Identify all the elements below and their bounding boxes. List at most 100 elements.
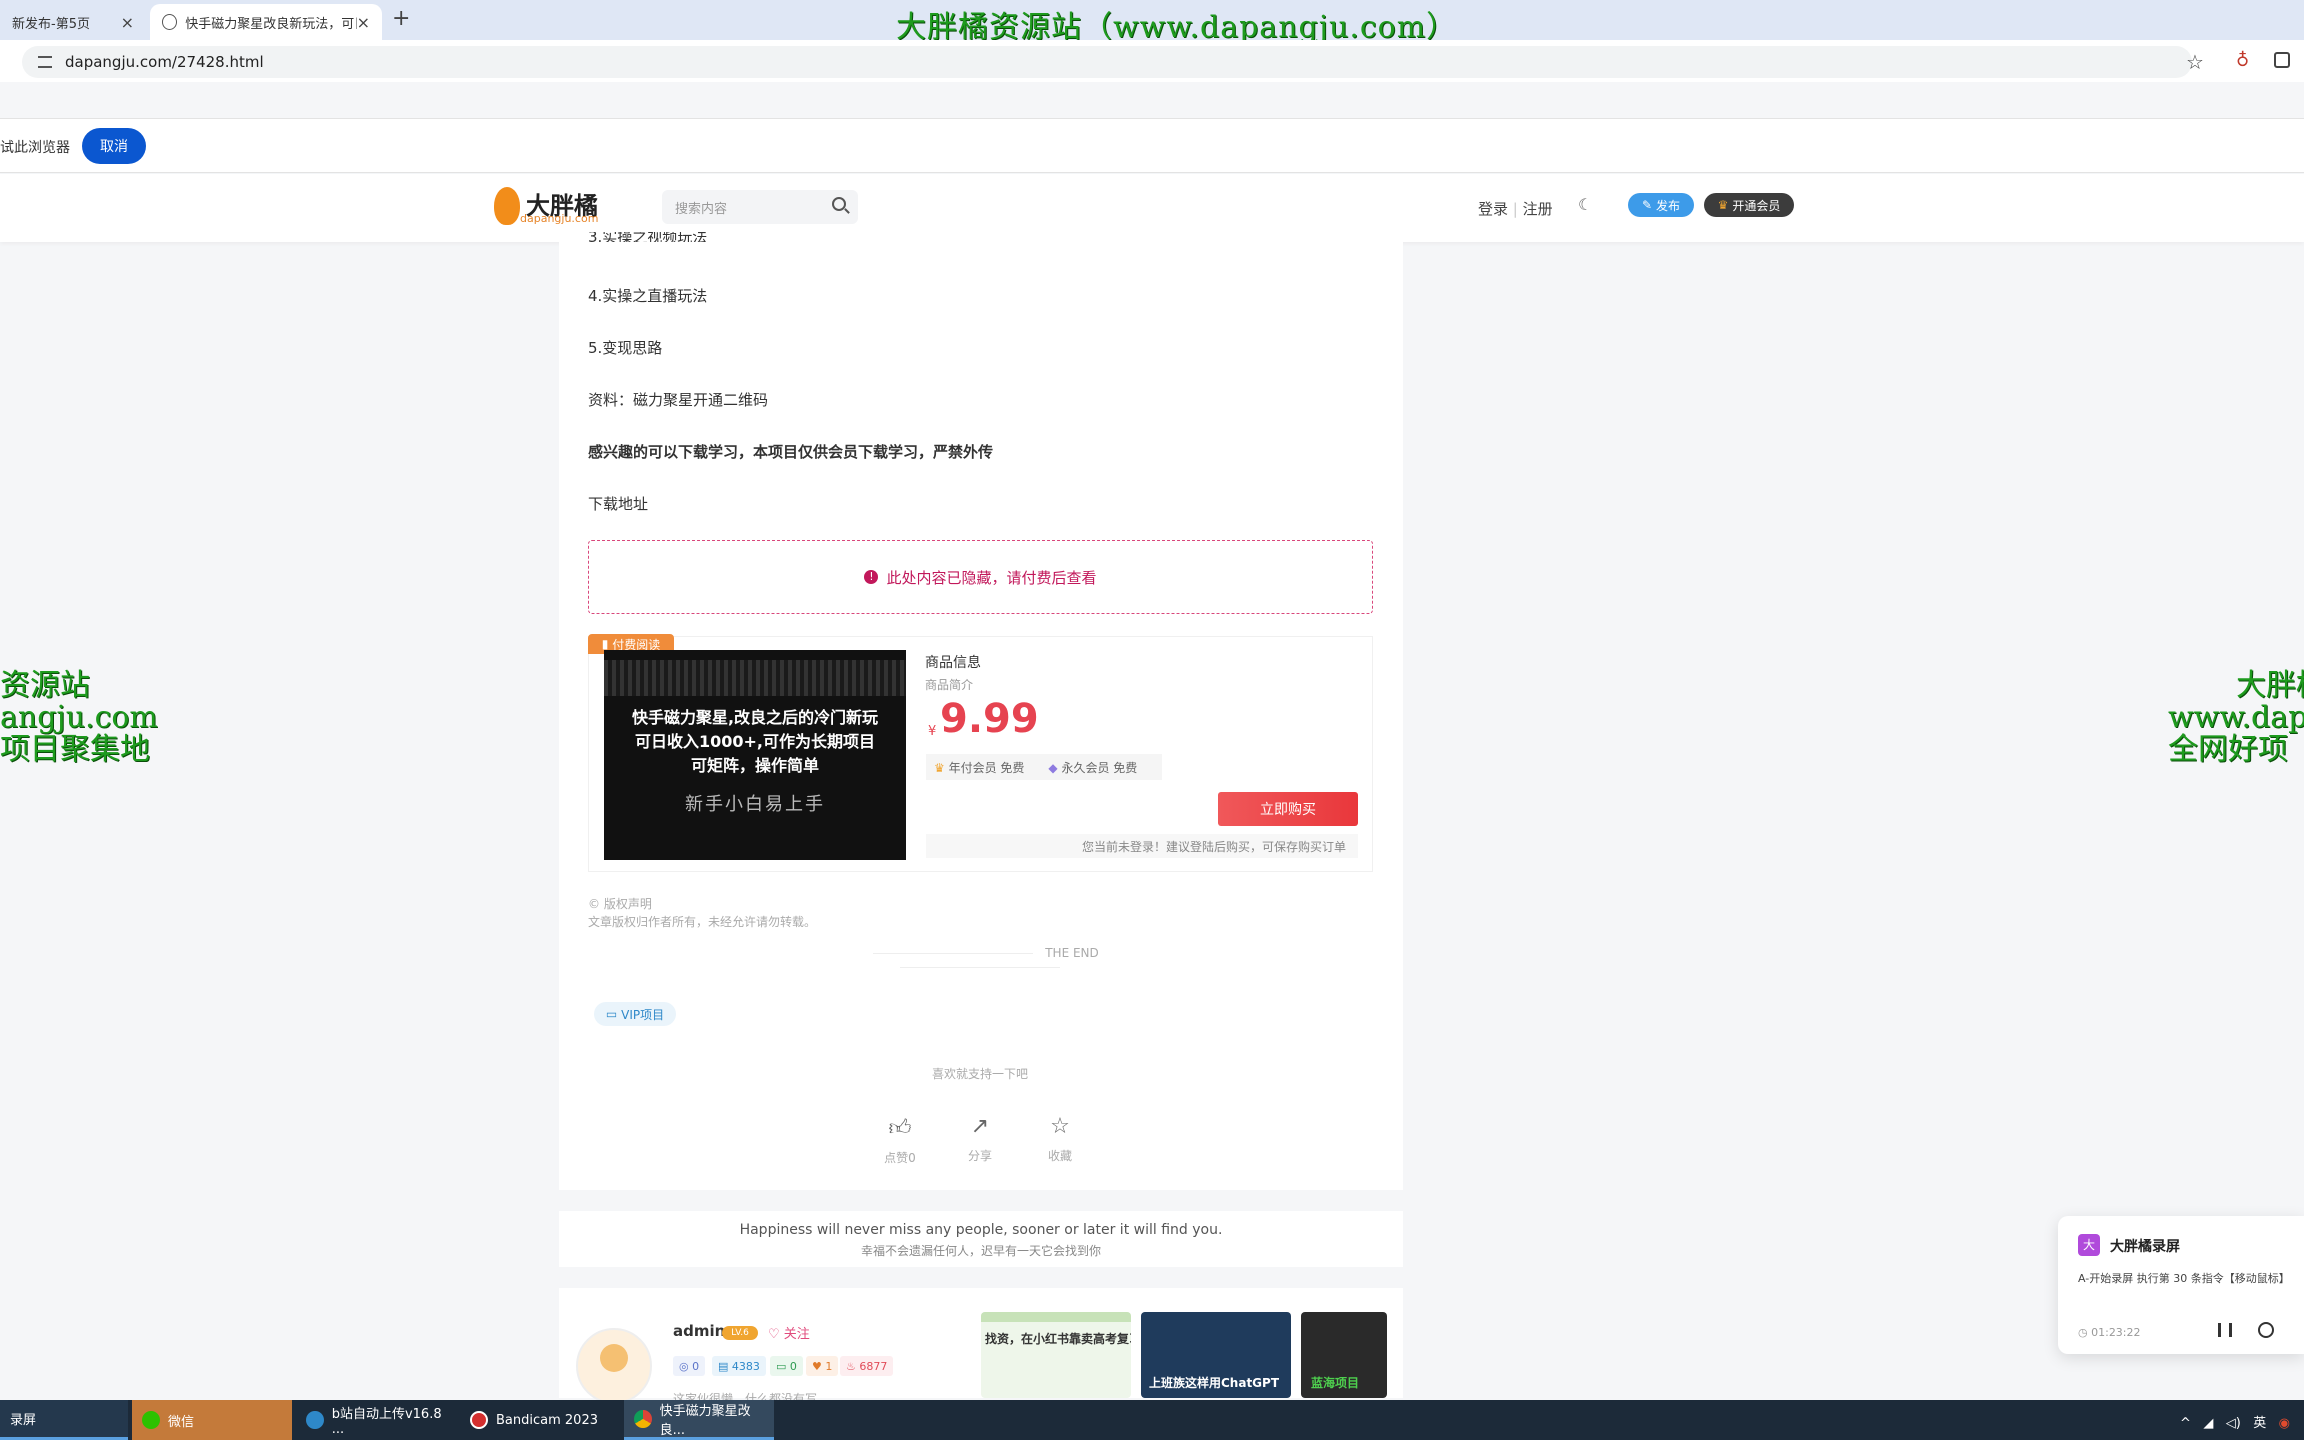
message-icon: ▭ bbox=[776, 1359, 787, 1373]
taskbar-item-bandicam[interactable]: Bandicam 2023 bbox=[460, 1400, 620, 1440]
ime-language[interactable]: 英 bbox=[2253, 1416, 2266, 1431]
related-post-thumb[interactable]: 找资，在小红书靠卖高考复习 bbox=[981, 1312, 1131, 1398]
diamond-icon: ◆ bbox=[1048, 760, 1058, 775]
like-label: 点赞0 bbox=[884, 1151, 916, 1165]
post-icon: ▤ bbox=[718, 1359, 729, 1373]
url-text[interactable]: dapangju.com/27428.html bbox=[65, 53, 264, 71]
chrome-icon bbox=[634, 1409, 652, 1428]
heart-icon: ♥ bbox=[812, 1359, 822, 1373]
taskbar-item-recorder[interactable]: 录屏 bbox=[0, 1400, 128, 1440]
author-name[interactable]: admin bbox=[673, 1322, 725, 1340]
heart-icon: ♡ bbox=[768, 1327, 780, 1342]
quote-english: Happiness will never miss any people, so… bbox=[739, 1222, 1223, 1238]
share-label: 分享 bbox=[967, 1149, 992, 1163]
article-line-cut: 3.实操之视频玩法 bbox=[588, 232, 708, 242]
open-vip-button[interactable]: ♛ 开通会员 bbox=[1704, 193, 1794, 217]
cancel-button[interactable]: 取消 bbox=[82, 128, 146, 164]
taskbar-item-wechat[interactable]: 微信 bbox=[132, 1400, 292, 1440]
article-line: 5.变现思路 bbox=[588, 339, 663, 357]
goods-title: 商品信息 bbox=[925, 655, 981, 671]
watermark-right: 大胖橘 www.dapan 全网好项 bbox=[2168, 668, 2304, 767]
stat-badge: ♨ 6877 bbox=[840, 1356, 894, 1376]
like-button[interactable]: 👍︎ 点赞0 bbox=[870, 1114, 930, 1166]
cover-line: 快手磁力聚星,改良之后的冷门新玩 bbox=[631, 708, 879, 727]
quote-chinese: 幸福不会遗漏任何人，迟早有一天它会找到你 bbox=[860, 1244, 1101, 1258]
collect-label: 收藏 bbox=[1047, 1149, 1072, 1163]
hidden-content-text: 此处内容已隐藏，请付费后查看 bbox=[886, 568, 1097, 587]
thumb-caption: 蓝海项目 bbox=[1311, 1376, 1360, 1390]
extension-icon[interactable]: ♁ bbox=[2236, 50, 2249, 71]
taskbar-item-chrome[interactable]: 快手磁力聚星改良... bbox=[624, 1400, 774, 1440]
fire-icon: ♨ bbox=[846, 1359, 856, 1373]
uploader-icon bbox=[306, 1411, 324, 1429]
login-tip: 您当前未登录！建议登陆后购买，可保存购买订单 bbox=[926, 834, 1358, 858]
download-label: 下载地址 bbox=[588, 495, 649, 513]
watermark-left: 资源站 angju.com 项目聚集地 bbox=[0, 668, 158, 767]
bookmark-star-icon[interactable]: ☆ bbox=[2186, 50, 2204, 74]
close-icon[interactable]: × bbox=[121, 13, 134, 32]
thumbs-up-icon: 👍︎ bbox=[888, 1116, 912, 1141]
cover-line: 可矩阵，操作简单 bbox=[690, 756, 819, 775]
crown-icon: ♛ bbox=[1717, 198, 1729, 212]
share-button[interactable]: ↗ 分享 bbox=[950, 1114, 1010, 1164]
stat-badge: ▤ 4383 bbox=[712, 1356, 766, 1376]
collect-button[interactable]: ☆ 收藏 bbox=[1030, 1114, 1090, 1164]
follow-label: 关注 bbox=[783, 1327, 810, 1342]
cover-keyboard-band bbox=[604, 660, 906, 696]
network-icon[interactable]: ◢ bbox=[2203, 1416, 2213, 1431]
tab-label: 快手磁力聚星改良新玩法，可日 bbox=[185, 16, 357, 32]
the-end-text: THE END bbox=[1045, 946, 1099, 960]
orange-logo-icon[interactable] bbox=[494, 187, 520, 225]
copyright-title: © 版权声明 bbox=[588, 897, 652, 911]
dark-mode-moon-icon[interactable]: ☾ bbox=[1578, 195, 1592, 214]
thumb-caption: 上班族这样用ChatGPT bbox=[1149, 1376, 1280, 1390]
volume-icon[interactable]: ◁) bbox=[2226, 1416, 2241, 1431]
tag-label: VIP项目 bbox=[621, 1007, 665, 1022]
register-link[interactable]: 注册 bbox=[1523, 200, 1553, 218]
related-post-thumb[interactable]: 上班族这样用ChatGPT bbox=[1141, 1312, 1291, 1398]
search-placeholder: 搜索内容 bbox=[675, 202, 728, 217]
address-bar[interactable] bbox=[22, 46, 2192, 78]
cover-footer: 新手小白易上手 bbox=[685, 794, 825, 815]
taskbar-item-uploader[interactable]: b站自动上传v16.8 ... bbox=[296, 1400, 456, 1440]
globe-icon bbox=[162, 14, 178, 30]
new-tab-icon[interactable]: + bbox=[392, 6, 410, 31]
tab-article[interactable]: 快手磁力聚星改良新玩法，可日 × bbox=[150, 4, 382, 40]
copyright-text: 文章版权归作者所有，未经允许请勿转载。 bbox=[588, 915, 817, 929]
recorder-logo-icon: 大 bbox=[2078, 1234, 2100, 1256]
article-line: 资料：磁力聚星开通二维码 bbox=[588, 391, 769, 409]
annual-member: ♛ 年付会员 免费 bbox=[934, 760, 1025, 775]
publish-button[interactable]: ✎ 发布 bbox=[1628, 193, 1694, 217]
security-icon[interactable]: ◉ bbox=[2279, 1416, 2290, 1431]
crown-icon: ♛ bbox=[934, 760, 945, 775]
buy-now-button[interactable]: 立即购买 bbox=[1218, 792, 1358, 826]
close-icon[interactable]: × bbox=[357, 13, 370, 32]
site-settings-icon[interactable] bbox=[38, 56, 52, 68]
chevron-up-icon[interactable]: ^ bbox=[2180, 1416, 2191, 1431]
alert-icon: ! bbox=[864, 570, 879, 584]
site-logo-sub: dapangju.com bbox=[520, 212, 599, 225]
related-post-thumb[interactable]: 蓝海项目 bbox=[1301, 1312, 1387, 1398]
hidden-content-box: ! 此处内容已隐藏，请付费后查看 bbox=[588, 540, 1373, 614]
lifetime-member: ◆ 永久会员 免费 bbox=[1048, 760, 1138, 775]
stat-badge: ▭ 0 bbox=[770, 1356, 803, 1376]
stat-badge: ◎ 0 bbox=[673, 1356, 706, 1376]
tab-new-posts[interactable]: 新发布-第5页 × bbox=[0, 4, 146, 40]
extensions-puzzle-icon[interactable] bbox=[2274, 52, 2290, 68]
search-icon[interactable] bbox=[832, 197, 846, 211]
recorder-title: 大胖橘录屏 bbox=[2110, 1239, 2180, 1255]
goods-subtitle: 商品简介 bbox=[925, 678, 974, 692]
stop-icon[interactable] bbox=[2258, 1322, 2274, 1338]
star-icon: ☆ bbox=[1050, 1114, 1070, 1139]
the-end-divider: THE END bbox=[780, 946, 1180, 974]
follow-button[interactable]: ♡ 关注 bbox=[768, 1323, 810, 1342]
article-notice: 感兴趣的可以下载学习，本项目仅供会员下载学习，严禁外传 bbox=[588, 443, 994, 461]
pause-icon[interactable] bbox=[2218, 1323, 2232, 1337]
recorder-time: ◷ 01:23:22 bbox=[2078, 1326, 2141, 1339]
tab-label: 新发布-第5页 bbox=[12, 16, 90, 32]
member-prices: ♛ 年付会员 免费 ◆ 永久会员 免费 bbox=[926, 754, 1162, 780]
wechat-icon bbox=[142, 1411, 160, 1429]
tag-vip-project[interactable]: ▭ VIP项目 bbox=[594, 1002, 676, 1026]
info-bar bbox=[0, 118, 2304, 173]
login-link[interactable]: 登录 bbox=[1478, 200, 1508, 218]
